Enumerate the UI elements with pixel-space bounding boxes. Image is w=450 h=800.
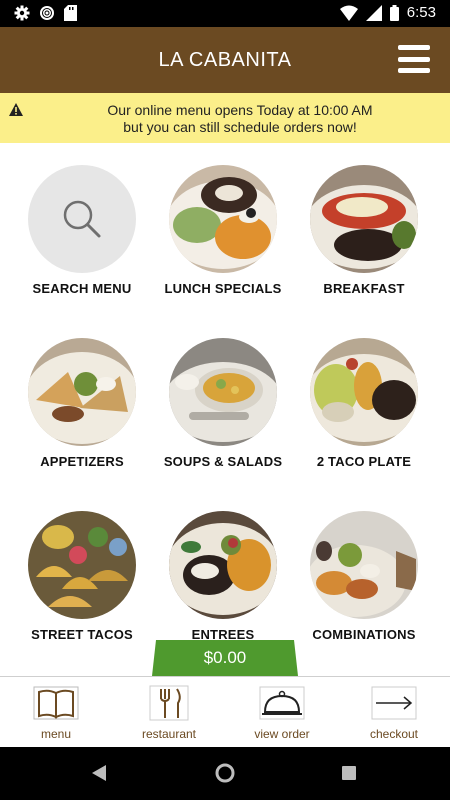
arrow-right-icon — [338, 683, 450, 723]
notice-line-1: Our online menu opens Today at 10:00 AM — [107, 102, 373, 118]
book-icon — [0, 683, 112, 723]
street-tacos-photo — [28, 511, 136, 619]
status-time: 6:53 — [406, 4, 436, 21]
nav-label: view order — [254, 727, 310, 741]
category-label: STREET TACOS — [31, 627, 133, 642]
category-label: 2 TACO PLATE — [316, 454, 412, 469]
globe-icon — [40, 6, 54, 20]
nav-checkout[interactable]: checkout — [338, 683, 450, 741]
menu-hamburger-icon[interactable] — [398, 45, 430, 73]
category-label: COMBINATIONS — [312, 627, 416, 642]
app-header: LA CABANITA — [0, 27, 450, 93]
category-breakfast[interactable]: BREAKFAST — [294, 165, 434, 296]
category-appetizers[interactable]: APPETIZERS — [12, 338, 152, 469]
back-icon[interactable] — [92, 765, 106, 781]
category-soups-salads[interactable]: SOUPS & SALADS — [153, 338, 293, 469]
signal-icon — [365, 4, 382, 21]
battery-icon — [389, 4, 399, 21]
appetizers-photo — [28, 338, 136, 446]
nav-menu[interactable]: menu — [0, 683, 112, 741]
wifi-icon — [339, 5, 358, 21]
category-street-tacos[interactable]: STREET TACOS — [12, 511, 152, 642]
category-search-menu[interactable]: SEARCH MENU — [12, 165, 152, 296]
recents-icon[interactable] — [342, 766, 356, 780]
nav-label: menu — [40, 727, 72, 741]
nav-label: checkout — [369, 727, 419, 741]
sd-card-icon — [64, 5, 77, 21]
home-icon[interactable] — [214, 762, 236, 784]
category-label: SEARCH MENU — [32, 281, 132, 296]
lunch-specials-photo — [169, 165, 277, 273]
warning-icon — [9, 103, 23, 116]
category-2-taco-plate[interactable]: 2 TACO PLATE — [294, 338, 434, 469]
gear-icon — [14, 5, 30, 21]
breakfast-photo — [310, 165, 418, 273]
entrees-photo — [169, 511, 277, 619]
category-label: LUNCH SPECIALS — [164, 281, 282, 296]
category-label: BREAKFAST — [323, 281, 405, 296]
category-combinations[interactable]: COMBINATIONS — [294, 511, 434, 642]
fork-knife-icon — [113, 683, 225, 723]
cart-total-amount: $0.00 — [203, 648, 247, 667]
search-icon — [28, 165, 136, 273]
notice-line-2: but you can still schedule orders now! — [123, 119, 357, 135]
bottom-navigation: menu restaurant view order checkout — [0, 676, 450, 748]
category-label: SOUPS & SALADS — [163, 454, 283, 469]
category-label: APPETIZERS — [40, 454, 124, 469]
system-navigation-bar — [0, 747, 450, 800]
combinations-photo — [310, 511, 418, 619]
hours-notice-banner: Our online menu opens Today at 10:00 AM … — [0, 93, 450, 143]
nav-view-order[interactable]: view order — [226, 683, 338, 741]
status-bar: 6:53 — [0, 0, 450, 27]
taco-plate-photo — [310, 338, 418, 446]
cloche-icon — [226, 683, 338, 723]
nav-restaurant[interactable]: restaurant — [113, 683, 225, 741]
nav-label: restaurant — [141, 727, 197, 741]
cart-total-tab[interactable]: $0.00 — [152, 640, 298, 676]
category-lunch-specials[interactable]: LUNCH SPECIALS — [153, 165, 293, 296]
restaurant-title: LA CABANITA — [158, 49, 292, 71]
soups-salads-photo — [169, 338, 277, 446]
category-entrees[interactable]: ENTREES — [153, 511, 293, 642]
